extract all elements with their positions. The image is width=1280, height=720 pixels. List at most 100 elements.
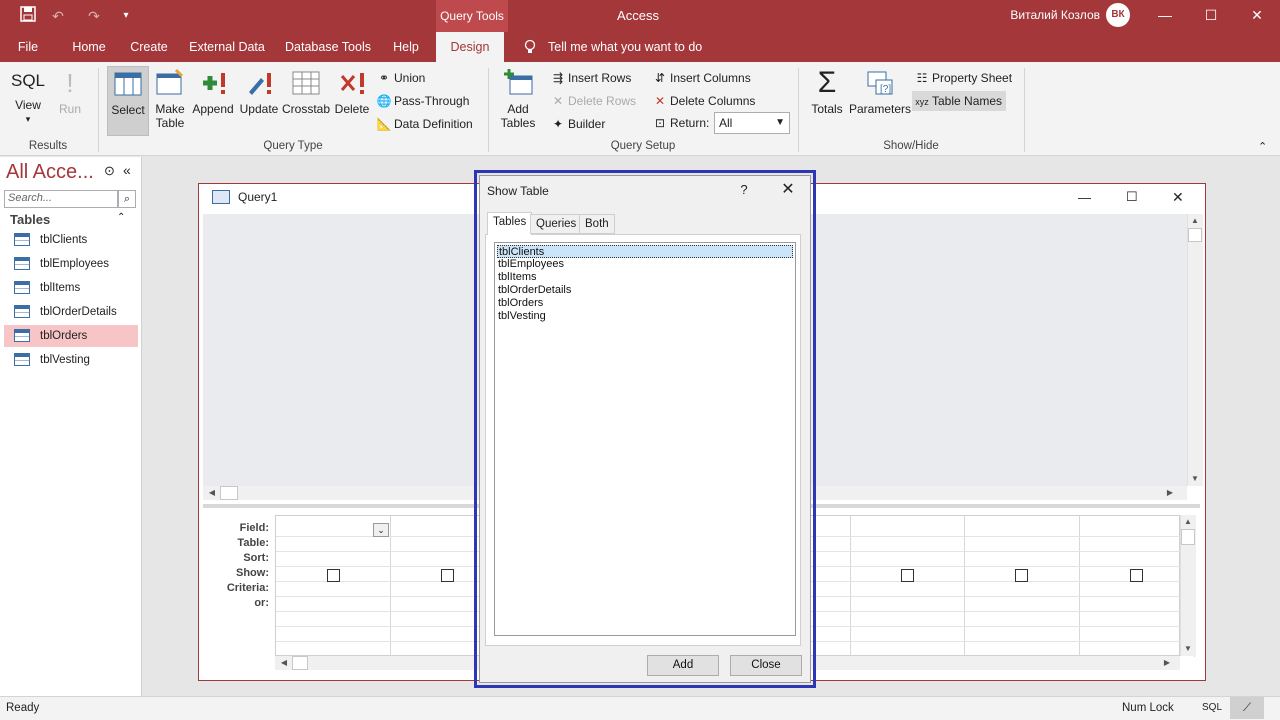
totals-button[interactable]: Σ Totals [806, 66, 848, 136]
delete-columns-button[interactable]: ✕ Delete Columns [652, 91, 755, 111]
menu-file[interactable]: File [8, 32, 48, 62]
redo-icon[interactable]: ↷ [84, 6, 104, 26]
table-names-button[interactable]: xyz Table Names [912, 91, 1007, 111]
nav-item-tblorders[interactable]: tblOrders [4, 325, 138, 347]
menu-help[interactable]: Help [386, 32, 426, 62]
nav-item-tblvesting[interactable]: tblVesting [4, 349, 138, 371]
nav-item-tblitems[interactable]: tblItems [4, 277, 138, 299]
menu-external-data[interactable]: External Data [186, 32, 268, 62]
nav-item-tblemployees[interactable]: tblEmployees [4, 253, 138, 275]
nav-item-tblclients[interactable]: tblClients [4, 229, 138, 251]
property-sheet-button[interactable]: ☷ Property Sheet [914, 68, 1012, 88]
list-item[interactable]: tblItems [497, 271, 793, 284]
builder-button[interactable]: ✦ Builder [550, 114, 605, 134]
scroll-right-icon[interactable]: ▶ [1160, 656, 1174, 670]
scroll-thumb[interactable] [1181, 529, 1195, 545]
scroll-down-icon[interactable]: ▼ [1181, 642, 1195, 656]
close-icon[interactable]: ✕ [1234, 0, 1280, 32]
show-checkbox[interactable] [441, 569, 454, 582]
customize-toolbar-icon[interactable]: ▾ [116, 6, 136, 26]
add-button[interactable]: Add [647, 655, 719, 676]
pass-through-button[interactable]: 🌐 Pass-Through [376, 91, 470, 111]
nav-pane-title[interactable]: All Acce... [6, 161, 94, 184]
chevron-up-icon[interactable]: ⌃ [117, 212, 125, 223]
help-icon[interactable]: ? [734, 180, 754, 200]
field-dropdown-icon[interactable]: ⌄ [373, 523, 389, 537]
nav-search-input[interactable]: Search... [4, 190, 118, 208]
collapse-ribbon-icon[interactable]: ⌃ [1258, 140, 1267, 153]
table-icon [14, 329, 30, 342]
user-name[interactable]: Виталий Козлов [1000, 0, 1100, 30]
grid-column[interactable] [276, 516, 391, 657]
list-item[interactable]: tblOrderDetails [497, 284, 793, 297]
insert-rows-button[interactable]: ⇶ Insert Rows [550, 68, 631, 88]
tab-queries[interactable]: Queries [530, 214, 583, 234]
add-tables-button[interactable]: Add Tables [496, 66, 540, 136]
view-button[interactable]: SQL View ▾ [8, 66, 48, 136]
union-button[interactable]: ⚭ Union [376, 68, 425, 88]
grid-column[interactable] [965, 516, 1080, 657]
nav-item-tblorderdetails[interactable]: tblOrderDetails [4, 301, 138, 323]
maximize-icon[interactable]: ☐ [1188, 0, 1234, 32]
close-icon[interactable]: ✕ [776, 180, 800, 200]
tab-both[interactable]: Both [579, 214, 615, 234]
save-icon[interactable] [18, 6, 38, 26]
crosstab-button[interactable]: Crosstab [282, 66, 330, 136]
scroll-up-icon[interactable]: ▲ [1188, 214, 1202, 228]
list-item[interactable]: tblClients [497, 245, 793, 258]
scroll-left-icon[interactable]: ◀ [205, 486, 219, 500]
avatar[interactable]: ВК [1106, 3, 1130, 27]
scroll-thumb[interactable] [220, 486, 238, 500]
close-button[interactable]: Close [730, 655, 802, 676]
show-checkbox[interactable] [327, 569, 340, 582]
query-type-group-label: Query Type [263, 140, 323, 152]
delete-rows-button[interactable]: ✕ Delete Rows [550, 91, 636, 111]
scroll-up-icon[interactable]: ▲ [1181, 515, 1195, 529]
sql-view-button[interactable]: SQL [1202, 697, 1222, 719]
tell-me-search[interactable]: Tell me what you want to do [548, 32, 702, 62]
menu-create[interactable]: Create [124, 32, 174, 62]
nav-section-tables[interactable]: Tables [10, 212, 50, 227]
scroll-thumb[interactable] [1188, 228, 1202, 242]
select-label: Select [111, 103, 145, 117]
delete-query-button[interactable]: Delete [333, 66, 371, 136]
menu-home[interactable]: Home [64, 32, 114, 62]
maximize-icon[interactable]: ☐ [1126, 189, 1138, 205]
make-table-button[interactable]: Make Table [151, 66, 189, 136]
tab-tables[interactable]: Tables [487, 212, 533, 235]
scroll-left-icon[interactable]: ◀ [277, 656, 291, 670]
list-item[interactable]: tblEmployees [497, 258, 793, 271]
grid-column[interactable] [850, 516, 965, 657]
nav-menu-icon[interactable]: ⊙ [104, 163, 115, 179]
collapse-pane-icon[interactable]: « [123, 162, 131, 178]
close-icon[interactable]: ✕ [1172, 189, 1184, 206]
scroll-down-icon[interactable]: ▼ [1188, 472, 1202, 486]
search-icon[interactable]: ⌕ [118, 190, 136, 208]
select-query-button[interactable]: Select [107, 66, 149, 136]
upper-pane-vertical-scrollbar[interactable]: ▲ ▼ [1187, 214, 1203, 486]
undo-icon[interactable]: ↶ [48, 6, 68, 26]
show-checkbox[interactable] [1130, 569, 1143, 582]
scroll-right-icon[interactable]: ▶ [1163, 486, 1177, 500]
table-icon [14, 257, 30, 270]
minimize-icon[interactable]: — [1142, 0, 1188, 32]
list-item[interactable]: tblOrders [497, 297, 793, 310]
minimize-icon[interactable]: — [1078, 190, 1091, 205]
design-view-icon[interactable]: ⟋ [1230, 697, 1264, 719]
return-select[interactable]: All ▼ [714, 112, 790, 134]
menu-design[interactable]: Design [436, 32, 504, 62]
list-item[interactable]: tblVesting [497, 310, 793, 323]
menu-database-tools[interactable]: Database Tools [280, 32, 376, 62]
append-button[interactable]: Append [191, 66, 235, 136]
show-checkbox[interactable] [901, 569, 914, 582]
scroll-thumb[interactable] [292, 656, 308, 670]
update-button[interactable]: Update [237, 66, 281, 136]
globe-icon: 🌐 [376, 94, 392, 108]
data-definition-button[interactable]: 📐 Data Definition [376, 114, 473, 134]
parameters-button[interactable]: [?] Parameters [849, 66, 911, 136]
show-checkbox[interactable] [1015, 569, 1028, 582]
run-button[interactable]: ! Run [54, 66, 86, 136]
grid-column[interactable] [1080, 516, 1195, 657]
insert-columns-button[interactable]: ⇵ Insert Columns [652, 68, 751, 88]
grid-vertical-scrollbar[interactable]: ▲ ▼ [1180, 515, 1196, 656]
